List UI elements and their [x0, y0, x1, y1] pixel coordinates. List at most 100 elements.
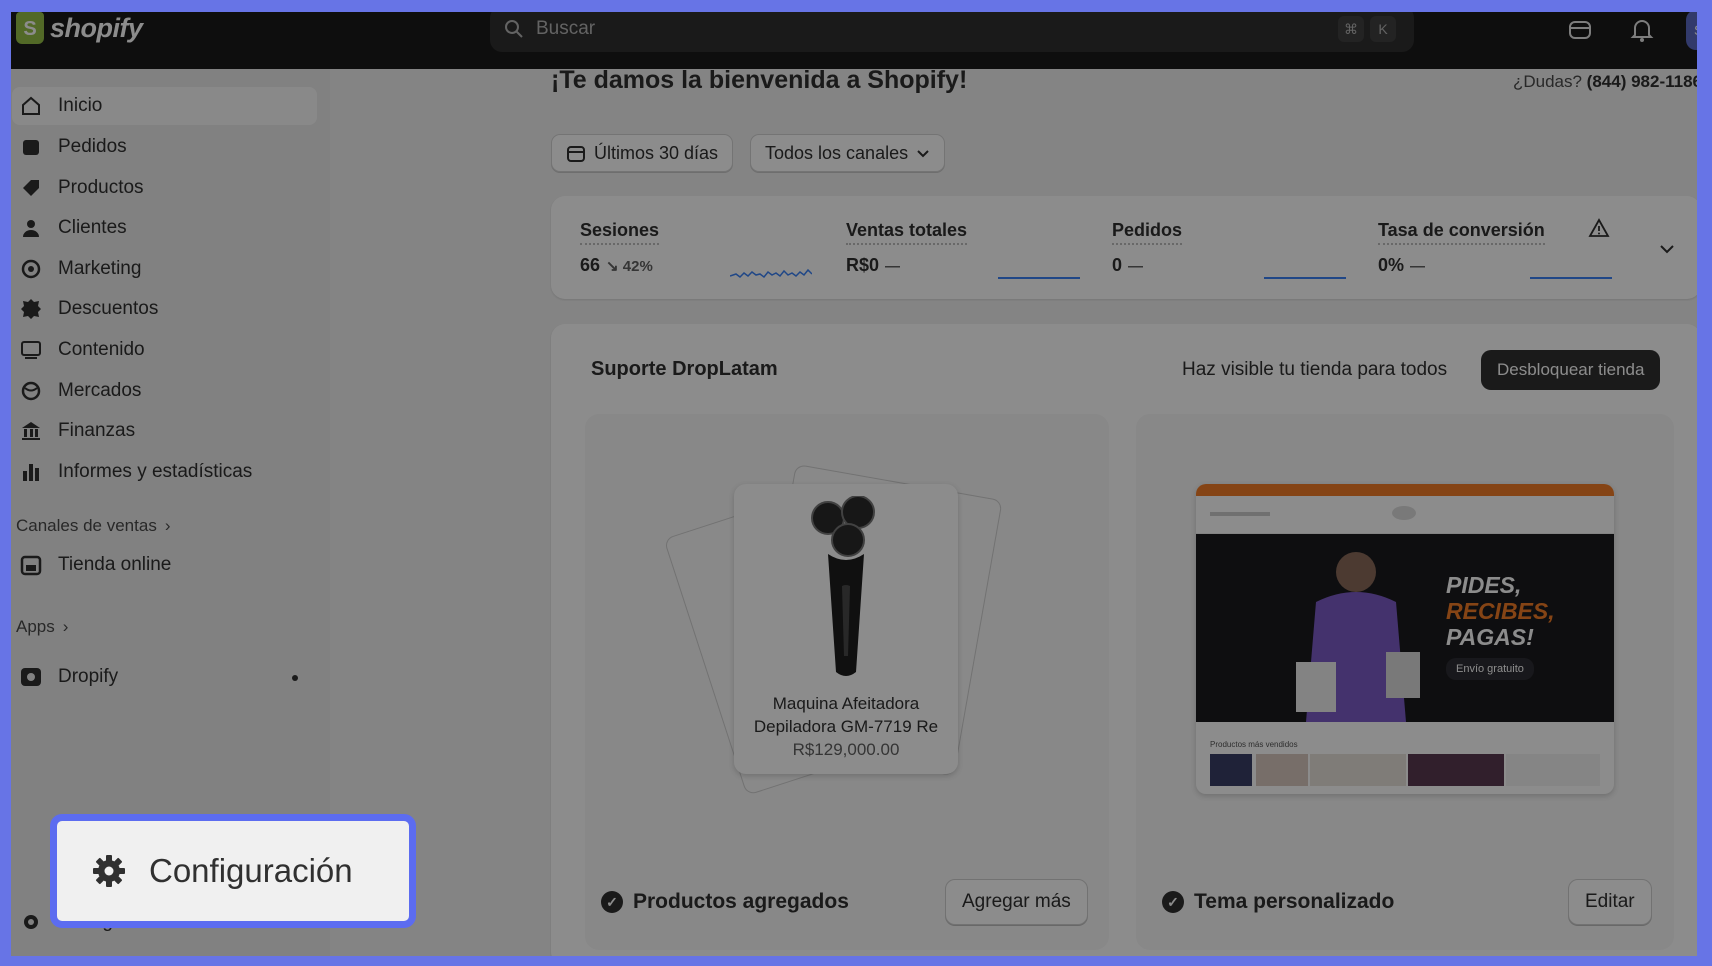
tag-icon: [23, 180, 39, 196]
theme-customized-status: ✓ Tema personalizado: [1162, 890, 1394, 914]
store-icon[interactable]: [1566, 16, 1594, 44]
metric-orders[interactable]: Pedidos 0 —: [1112, 220, 1183, 276]
metric-name: Pedidos: [1112, 220, 1183, 245]
brand-wordmark: shopify: [50, 12, 143, 43]
metric-change: —: [1128, 258, 1144, 275]
product-card[interactable]: Maquina Afeitadora Depiladora GM-7719 Re…: [734, 484, 958, 774]
sales-sparkline: [998, 277, 1080, 279]
sidebar-item-mercados[interactable]: Mercados: [12, 372, 317, 410]
target-icon: [21, 259, 41, 279]
storefront-icon: [20, 555, 42, 576]
shopify-bag-icon: S: [16, 12, 44, 44]
dropify-app-icon: [21, 668, 41, 686]
products-added-status: ✓ Productos agregados: [601, 890, 849, 914]
unlock-store-button[interactable]: Desbloquear tienda: [1481, 350, 1661, 390]
hero-line2: RECIBES,: [1446, 598, 1555, 624]
date-range-label: Últimos 30 días: [594, 142, 719, 163]
sidebar-item-pedidos[interactable]: Pedidos: [12, 128, 317, 166]
sidebar-item-descuentos[interactable]: Descuentos: [12, 290, 317, 328]
edit-theme-button[interactable]: Editar: [1568, 879, 1652, 925]
sidebar-item-clientes[interactable]: Clientes: [12, 209, 317, 247]
page-title: ¡Te damos la bienvenida a Shopify!: [551, 66, 968, 94]
sidebar-item-tienda-online[interactable]: Tienda online: [12, 546, 317, 584]
sidebar-item-informes[interactable]: Informes y estadísticas: [12, 453, 317, 491]
orders-icon: [23, 140, 39, 155]
discount-icon: [21, 299, 41, 319]
settings-highlight-callout[interactable]: Configuración: [50, 814, 416, 928]
product-name: Maquina Afeitadora Depiladora GM-7719 Re: [734, 692, 958, 738]
sidebar-item-label: Descuentos: [58, 298, 159, 319]
bell-icon[interactable]: [1628, 16, 1656, 44]
orders-sparkline: [1264, 277, 1346, 279]
hero-line1: PIDES,: [1446, 572, 1522, 598]
announcement-bar: [1196, 484, 1614, 496]
support-title: Suporte DropLatam: [591, 358, 778, 380]
theme-customized-label: Tema personalizado: [1194, 890, 1395, 913]
theme-preview[interactable]: PIDES, RECIBES, PAGAS! Envío gratuito Pr…: [1196, 484, 1614, 794]
thumbnail: [1506, 754, 1600, 786]
settings-highlight-label: Configuración: [149, 852, 353, 889]
sidebar-item-productos[interactable]: Productos: [12, 169, 317, 207]
warning-icon[interactable]: [1588, 218, 1610, 238]
help-phone[interactable]: (844) 982-1186: [1587, 72, 1702, 91]
metric-value: 0%: [1378, 255, 1405, 275]
sidebar-item-contenido[interactable]: Contenido: [12, 331, 317, 369]
sidebar-item-finanzas[interactable]: Finanzas: [12, 412, 317, 450]
product-name-line1: Maquina Afeitadora: [772, 694, 920, 713]
command-key: ⌘: [1338, 16, 1364, 42]
theme-hero: PIDES, RECIBES, PAGAS! Envío gratuito: [1196, 534, 1614, 722]
sidebar-item-label: Clientes: [58, 217, 127, 238]
hero-line3: PAGAS!: [1446, 624, 1534, 650]
shopify-logo[interactable]: S shopify: [16, 12, 143, 44]
add-more-button[interactable]: Agregar más: [945, 879, 1088, 925]
sessions-sparkline: [730, 268, 812, 279]
sidebar-item-label: Productos: [58, 177, 144, 198]
search-icon: [505, 20, 523, 38]
date-range-button[interactable]: Últimos 30 días: [551, 134, 734, 172]
sidebar-item-marketing[interactable]: Marketing: [12, 250, 317, 288]
channel-filter-button[interactable]: Todos los canales: [750, 134, 946, 172]
avatar[interactable]: SL: [1686, 10, 1712, 50]
product-price: R$129,000.00: [792, 740, 900, 759]
person-icon: [23, 220, 39, 237]
metric-value: 0: [1112, 255, 1123, 275]
product-name-line2: Depiladora GM-7719 Re: [753, 717, 939, 736]
sales-channels-heading[interactable]: Canales de ventas ›: [16, 516, 171, 536]
unlock-prompt: Haz visible tu tienda para todos: [1182, 359, 1448, 380]
globe-icon: [21, 381, 41, 401]
sidebar-item-dropify[interactable]: Dropify: [12, 658, 317, 696]
apps-label: Apps: [16, 617, 55, 636]
sidebar-item-inicio[interactable]: Inicio: [12, 87, 317, 125]
sidebar-item-label: Inicio: [58, 95, 103, 116]
metric-name: Tasa de conversión: [1378, 220, 1545, 245]
best-sellers-label: Productos más vendidos: [1210, 740, 1298, 749]
checkmark-icon: ✓: [1162, 891, 1184, 913]
theme-header: [1196, 496, 1614, 534]
thumbnail: [1408, 754, 1504, 786]
metric-change: —: [1410, 258, 1426, 275]
sidebar-item-label: Contenido: [58, 339, 145, 360]
gear-icon: [24, 915, 38, 929]
metric-conversion[interactable]: Tasa de conversión 0% —: [1378, 220, 1545, 276]
chevron-down-icon[interactable]: [1658, 242, 1676, 256]
help-line: ¿Dudas? (844) 982-1186: [1513, 72, 1702, 92]
search-placeholder: Buscar: [536, 18, 596, 39]
hero-person-image: [1296, 552, 1420, 722]
metric-sessions[interactable]: Sesiones 66 ↘ 42%: [580, 220, 660, 276]
sidebar-item-label: Tienda online: [58, 554, 172, 575]
metric-change: ↘ 42%: [606, 258, 653, 275]
apps-heading[interactable]: Apps ›: [16, 617, 68, 637]
hero-headline: PIDES, RECIBES, PAGAS!: [1446, 572, 1555, 650]
metric-name: Sesiones: [580, 220, 660, 245]
sidebar-item-label: Finanzas: [58, 420, 136, 441]
calendar-icon: [567, 146, 585, 162]
search-bar[interactable]: Buscar ⌘ K: [490, 6, 1414, 52]
k-key: K: [1370, 16, 1396, 42]
metric-total-sales[interactable]: Ventas totales R$0 —: [846, 220, 968, 276]
unread-dot: [292, 675, 298, 681]
theme-logo: [1392, 506, 1416, 520]
thumbnail: [1256, 754, 1308, 786]
products-added-label: Productos agregados: [633, 890, 849, 913]
gear-icon: [93, 855, 125, 887]
free-shipping-chip: Envío gratuito: [1446, 658, 1534, 680]
